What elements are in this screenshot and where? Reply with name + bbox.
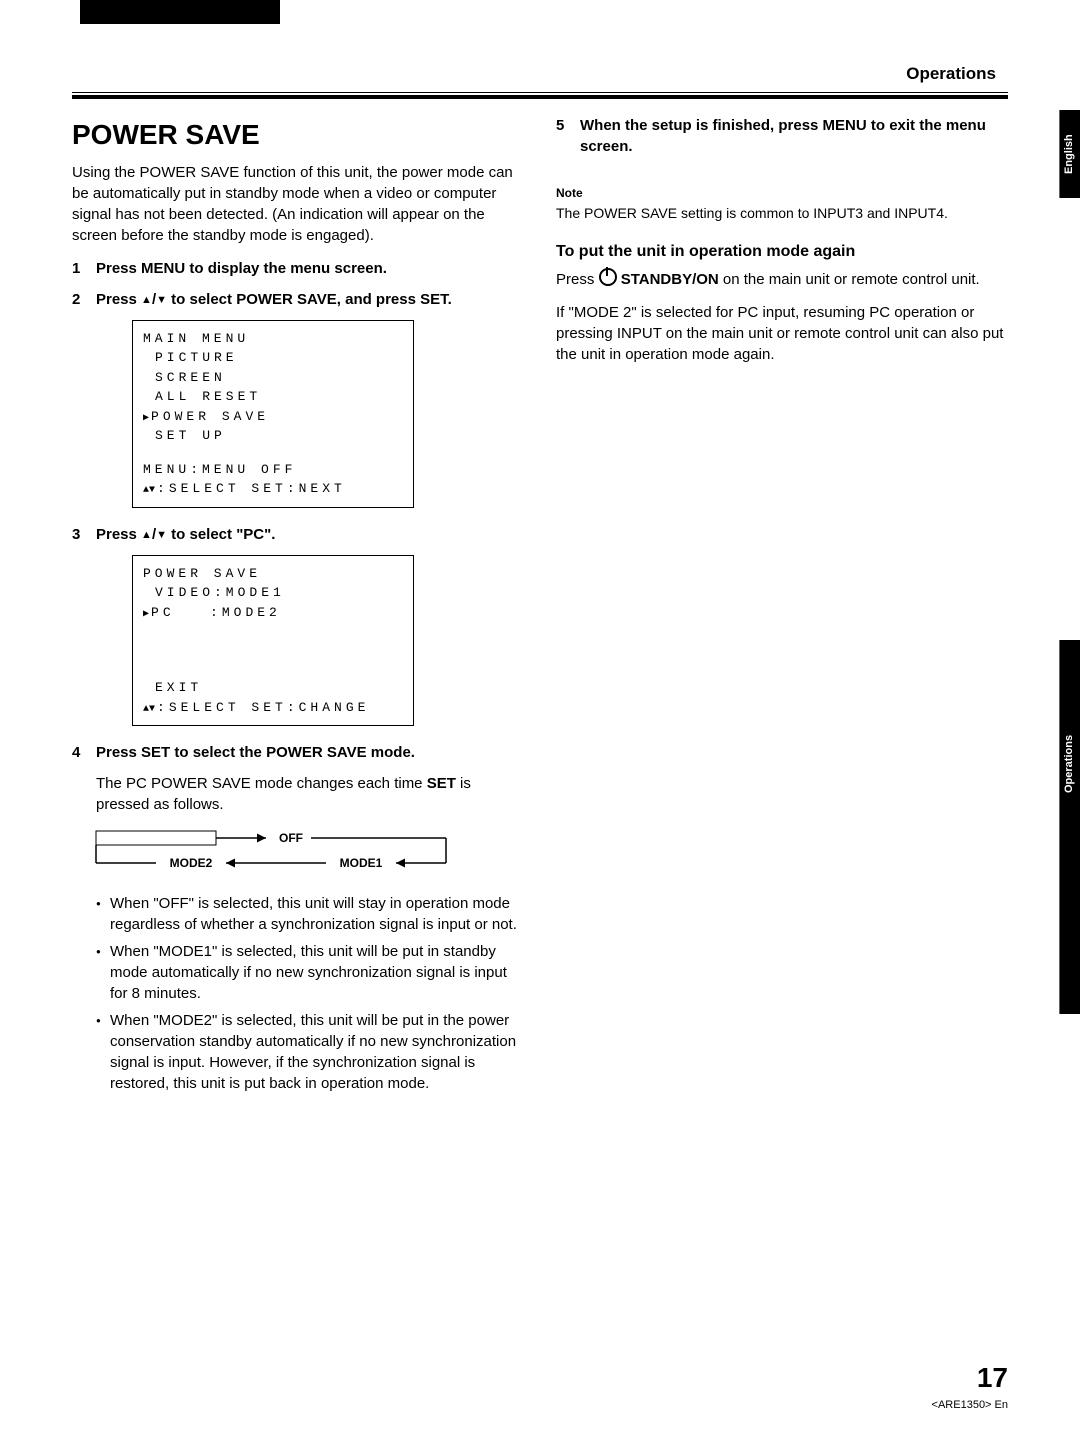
down-triangle-icon: ▼ — [156, 529, 167, 541]
rule-thin — [72, 92, 1008, 93]
osd-line: ALL RESET — [143, 387, 403, 407]
text: Press — [556, 271, 599, 288]
text: The PC POWER SAVE mode changes each time — [96, 775, 427, 792]
top-black-bar — [80, 0, 280, 24]
cycle-mode1: MODE1 — [340, 856, 383, 870]
osd-text: PC — [151, 605, 175, 620]
osd-line: POWER SAVE — [143, 564, 403, 584]
osd-line-selected: PC :MODE2 — [143, 603, 403, 623]
note-label: Note — [556, 185, 1008, 202]
right-column: 5 When the setup is finished, press MENU… — [556, 115, 1008, 1108]
bullet-mode2: When "MODE2" is selected, this unit will… — [96, 1010, 524, 1094]
cycle-mode2: MODE2 — [170, 856, 213, 870]
step-3: 3 Press ▲/▼ to select "PC". — [72, 524, 524, 545]
page-title: POWER SAVE — [72, 115, 524, 154]
osd-line-nav: :SELECT SET:NEXT — [143, 479, 403, 499]
osd-spacer — [143, 622, 403, 678]
step-2: 2 Press ▲/▼ to select POWER SAVE, and pr… — [72, 289, 524, 310]
osd-text: POWER SAVE — [151, 409, 269, 424]
up-triangle-icon: ▲ — [141, 529, 152, 541]
step-4-body: The PC POWER SAVE mode changes each time… — [96, 773, 524, 815]
osd-spacer — [143, 446, 403, 460]
osd-text: :SELECT SET:CHANGE — [157, 700, 369, 715]
step-text: Press MENU to display the menu screen. — [96, 258, 524, 279]
osd-line: MAIN MENU — [143, 329, 403, 349]
step-1: 1 Press MENU to display the menu screen. — [72, 258, 524, 279]
step-text-post: to select "PC". — [167, 526, 275, 543]
rule-thick — [72, 95, 1008, 99]
left-column: POWER SAVE Using the POWER SAVE function… — [72, 115, 524, 1108]
step-text-pre: Press — [96, 291, 141, 308]
osd-line: PICTURE — [143, 348, 403, 368]
step-text-post: to select POWER SAVE, and press SET. — [167, 291, 452, 308]
resume-heading: To put the unit in operation mode again — [556, 241, 1008, 263]
note-text: The POWER SAVE setting is common to INPU… — [556, 204, 1008, 224]
step-text: Press ▲/▼ to select POWER SAVE, and pres… — [96, 289, 524, 310]
osd-line: SCREEN — [143, 368, 403, 388]
step-text: Press ▲/▼ to select "PC". — [96, 524, 524, 545]
step-number: 2 — [72, 289, 86, 310]
mode-cycle-diagram: OFF MODE1 MODE2 — [96, 827, 524, 878]
manual-page: English Operations Operations POWER SAVE… — [0, 0, 1080, 1441]
side-tab-section: Operations — [1059, 640, 1080, 1014]
cycle-off: OFF — [279, 831, 303, 845]
step-text: Press SET to select the POWER SAVE mode. — [96, 742, 524, 763]
bullet-off: When "OFF" is selected, this unit will s… — [96, 893, 524, 935]
step-4: 4 Press SET to select the POWER SAVE mod… — [72, 742, 524, 763]
resume-p2: If "MODE 2" is selected for PC input, re… — [556, 302, 1008, 365]
text-bold: STANDBY/ON — [621, 271, 719, 288]
osd-line-nav: :SELECT SET:CHANGE — [143, 698, 403, 718]
osd-line: VIDEO:MODE1 — [143, 583, 403, 603]
step-number: 1 — [72, 258, 86, 279]
spacer — [556, 167, 1008, 185]
osd-main-menu: MAIN MENU PICTURE SCREEN ALL RESET POWER… — [132, 320, 414, 508]
osd-power-save: POWER SAVE VIDEO:MODE1 PC :MODE2 EXIT :S… — [132, 555, 414, 727]
osd-text: :SELECT SET:NEXT — [157, 481, 346, 496]
osd-line-selected: POWER SAVE — [143, 407, 403, 427]
osd-spacer — [175, 605, 210, 620]
resume-p1: Press STANDBY/ON on the main unit or rem… — [556, 268, 1008, 290]
down-triangle-icon: ▼ — [156, 294, 167, 306]
osd-line: MENU:MENU OFF — [143, 460, 403, 480]
step-text: When the setup is finished, press MENU t… — [580, 115, 1008, 157]
step-number: 3 — [72, 524, 86, 545]
intro-paragraph: Using the POWER SAVE function of this un… — [72, 162, 524, 246]
power-icon — [599, 268, 617, 286]
step-number: 5 — [556, 115, 570, 157]
side-tab-language: English — [1059, 110, 1080, 198]
osd-line: SET UP — [143, 426, 403, 446]
cycle-svg: OFF MODE1 MODE2 — [96, 827, 456, 873]
page-number: 17 — [977, 1358, 1008, 1397]
step-text-pre: Press — [96, 526, 141, 543]
step-number: 4 — [72, 742, 86, 763]
osd-line: EXIT — [143, 678, 403, 698]
text: on the main unit or remote control unit. — [719, 271, 980, 288]
document-code: <ARE1350> En — [932, 1398, 1008, 1413]
header-section-label: Operations — [72, 62, 1008, 86]
up-triangle-icon: ▲ — [141, 294, 152, 306]
text-bold: SET — [427, 775, 456, 792]
bullet-mode1: When "MODE1" is selected, this unit will… — [96, 941, 524, 1004]
mode-bullets: When "OFF" is selected, this unit will s… — [72, 893, 524, 1094]
step-5: 5 When the setup is finished, press MENU… — [556, 115, 1008, 157]
osd-text: :MODE2 — [210, 605, 281, 620]
two-column-layout: POWER SAVE Using the POWER SAVE function… — [72, 115, 1008, 1108]
